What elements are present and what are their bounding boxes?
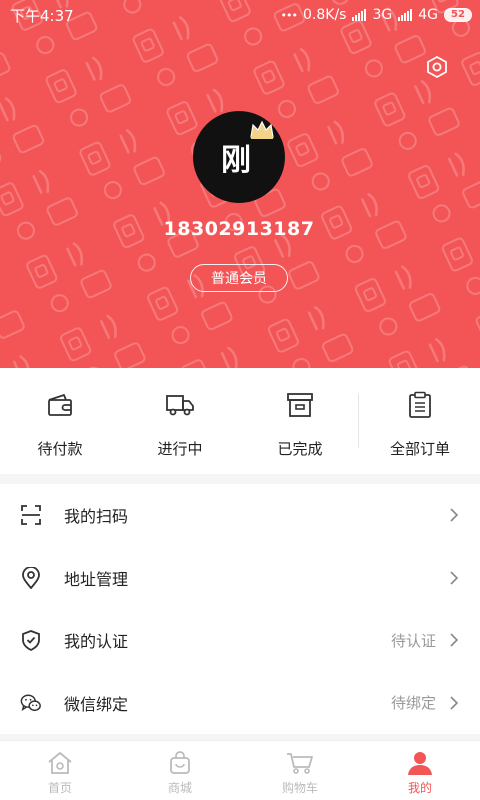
chevron-right-icon — [450, 696, 458, 710]
menu-status: 待认证 — [390, 631, 436, 650]
chevron-right-icon — [450, 508, 458, 522]
cart-icon — [287, 753, 313, 774]
wallet-icon — [48, 394, 72, 416]
tab-mine[interactable]: 我的 — [360, 741, 480, 800]
home-icon — [48, 752, 72, 774]
user-phone: 18302913187 — [163, 218, 315, 240]
scan-icon — [21, 505, 41, 526]
network-4g: 4G — [418, 7, 438, 23]
battery-indicator: 52 — [444, 8, 472, 22]
status-dots: ••• — [280, 8, 298, 22]
order-label: 待付款 — [37, 440, 83, 458]
menu-status: 待绑定 — [390, 694, 436, 713]
status-time: 下午4:37 — [10, 6, 74, 25]
archive-box-icon — [287, 393, 313, 417]
profile-header: 下午4:37 ••• 0.8K/s 3G 4G 52 刚 18302913187 — [0, 0, 480, 368]
order-pending-payment[interactable]: 待付款 — [0, 368, 120, 474]
settings-button[interactable] — [424, 54, 450, 80]
chevron-right-icon — [450, 571, 458, 585]
tab-mall[interactable]: 商城 — [120, 741, 240, 800]
menu-item-verification[interactable]: 我的认证 待认证 — [0, 609, 480, 672]
truck-icon — [166, 395, 194, 416]
wechat-icon — [20, 694, 41, 711]
shopping-bag-icon — [170, 751, 190, 774]
status-indicators: ••• 0.8K/s 3G 4G 52 — [281, 7, 472, 23]
menu-label: 微信绑定 — [64, 694, 129, 714]
order-all[interactable]: 全部订单 — [360, 368, 480, 474]
tab-cart[interactable]: 购物车 — [240, 741, 360, 800]
location-pin-icon — [22, 566, 40, 589]
order-shortcuts: 待付款 进行中 已完成 全部订单 — [0, 368, 480, 474]
menu-item-wechat[interactable]: 微信绑定 待绑定 — [0, 672, 480, 735]
order-label: 全部订单 — [389, 440, 450, 458]
menu-label: 我的认证 — [64, 632, 129, 652]
order-completed[interactable]: 已完成 — [240, 368, 360, 474]
menu-item-address[interactable]: 地址管理 — [0, 547, 480, 610]
crown-icon — [250, 120, 274, 139]
network-3g: 3G — [372, 7, 393, 23]
order-label: 已完成 — [277, 440, 323, 458]
hexagon-settings-icon — [427, 55, 447, 79]
order-in-progress[interactable]: 进行中 — [120, 368, 240, 474]
member-level-badge[interactable]: 普通会员 — [190, 264, 288, 292]
tab-label: 首页 — [47, 781, 72, 795]
tab-label: 商城 — [167, 781, 192, 795]
menu-label: 我的扫码 — [64, 507, 129, 527]
clipboard-icon — [409, 391, 431, 418]
order-label: 进行中 — [157, 440, 203, 458]
avatar-text: 刚 — [221, 143, 251, 178]
shield-check-icon — [22, 630, 40, 652]
bottom-tab-bar: 首页 商城 购物车 我的 — [0, 740, 480, 800]
tab-home[interactable]: 首页 — [0, 741, 120, 800]
network-speed: 0.8K/s — [303, 7, 347, 23]
avatar[interactable]: 刚 — [193, 111, 285, 203]
signal-4g-icon — [398, 9, 413, 21]
user-icon — [408, 752, 432, 775]
menu-item-scan[interactable]: 我的扫码 — [0, 484, 480, 547]
tab-label: 购物车 — [281, 781, 318, 795]
tab-label: 我的 — [407, 781, 432, 795]
order-divider — [358, 394, 359, 448]
settings-menu: 我的扫码 地址管理 我的认证 待认证 微信绑定 待绑定 — [0, 484, 480, 734]
menu-label: 地址管理 — [64, 569, 129, 589]
chevron-right-icon — [450, 633, 458, 647]
status-bar: 下午4:37 ••• 0.8K/s 3G 4G 52 — [0, 0, 480, 30]
signal-3g-icon — [352, 9, 367, 21]
